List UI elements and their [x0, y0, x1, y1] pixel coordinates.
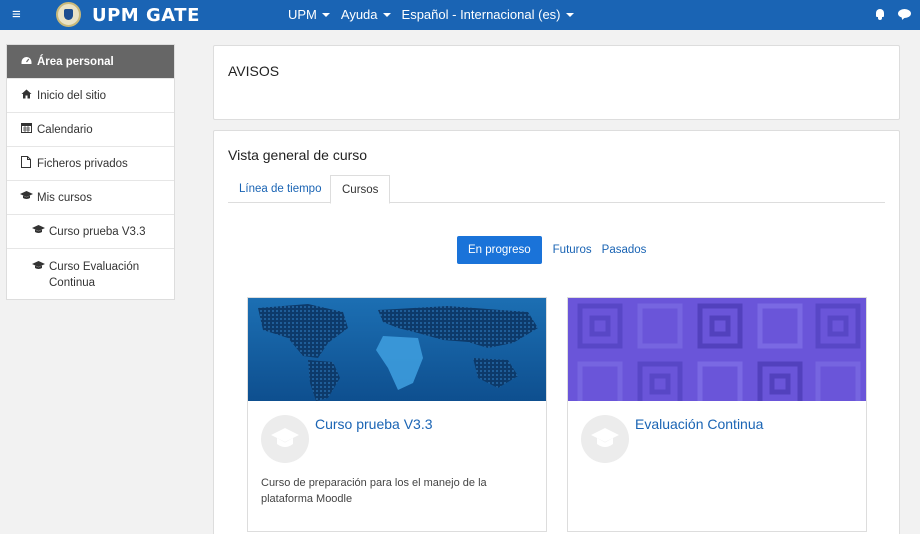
avisos-block: AVISOS: [213, 45, 900, 120]
course-filter-pills: En progreso Futuros Pasados: [457, 236, 651, 264]
sidebar-nav: Área personal Inicio del sitio Calendari…: [6, 44, 175, 300]
menu-language[interactable]: Español - Internacional (es): [402, 7, 574, 22]
nav-menu: UPM Ayuda Español - Internacional (es): [288, 7, 574, 22]
dashboard-icon: [20, 55, 32, 69]
caret-down-icon: [382, 13, 391, 17]
filter-pasados[interactable]: Pasados: [597, 236, 652, 264]
calendar-icon: [20, 122, 32, 137]
tab-cursos[interactable]: Cursos: [330, 175, 391, 204]
sidebar-item-calendario[interactable]: Calendario: [7, 113, 174, 147]
course-title[interactable]: Curso prueba V3.3: [315, 416, 433, 432]
top-navbar: ≡ UPM GATE UPM Ayuda Español - Internaci…: [0, 0, 920, 30]
course-card[interactable]: Curso prueba V3.3 Curso de preparación p…: [247, 297, 547, 532]
bell-icon[interactable]: [875, 9, 885, 20]
course-description: Curso de preparación para los el manejo …: [261, 477, 487, 505]
sidebar-item-area-personal[interactable]: Área personal: [7, 45, 174, 79]
sidebar-item-label: Mis cursos: [37, 191, 92, 204]
file-icon: [20, 155, 32, 172]
sidebar-item-label: Curso Evaluación Continua: [49, 261, 140, 289]
menu-ayuda-label: Ayuda: [340, 7, 378, 22]
course-image-pattern[interactable]: [568, 298, 866, 401]
sidebar-item-label: Ficheros privados: [37, 157, 128, 170]
course-card[interactable]: Evaluación Continua: [567, 297, 867, 532]
menu-upm-label: UPM: [288, 7, 317, 22]
course-image-world-map[interactable]: [248, 298, 546, 401]
sidebar-item-label: Inicio del sitio: [37, 89, 107, 102]
menu-upm[interactable]: UPM: [288, 7, 330, 22]
home-icon: [20, 89, 32, 103]
course-avatar: [261, 415, 309, 463]
sidebar-item-mis-cursos[interactable]: Mis cursos: [7, 181, 174, 215]
graduation-cap-icon: [32, 225, 45, 238]
tab-linea-de-tiempo[interactable]: Línea de tiempo: [228, 175, 332, 203]
course-overview-title: Vista general de curso: [228, 147, 368, 163]
upm-logo[interactable]: [56, 2, 81, 27]
sidebar-item-label: Área personal: [37, 55, 114, 68]
sidebar-item-label: Curso prueba V3.3: [49, 225, 146, 238]
course-overview-block: Vista general de curso Línea de tiempo C…: [213, 130, 900, 534]
caret-down-icon: [321, 13, 330, 17]
menu-language-label: Español - Internacional (es): [401, 7, 561, 22]
course-title[interactable]: Evaluación Continua: [635, 416, 763, 432]
menu-ayuda[interactable]: Ayuda: [341, 7, 391, 22]
sidebar-item-curso-prueba[interactable]: Curso prueba V3.3: [7, 215, 174, 249]
sidebar-item-curso-evaluacion[interactable]: Curso Evaluación Continua: [7, 249, 174, 299]
graduation-cap-icon: [20, 191, 33, 204]
avisos-title: AVISOS: [228, 63, 280, 79]
filter-en-progreso[interactable]: En progreso: [457, 236, 542, 264]
chat-bubble-icon[interactable]: [898, 9, 911, 21]
filter-futuros[interactable]: Futuros: [548, 236, 597, 264]
graduation-cap-icon: [32, 261, 45, 274]
sidebar-item-label: Calendario: [37, 123, 93, 136]
graduation-cap-icon: [591, 428, 619, 447]
overview-tabs: Línea de tiempo Cursos: [228, 175, 885, 204]
graduation-cap-icon: [271, 428, 299, 447]
sidebar-item-inicio[interactable]: Inicio del sitio: [7, 79, 174, 113]
sidebar-item-ficheros[interactable]: Ficheros privados: [7, 147, 174, 181]
hamburger-icon[interactable]: ≡: [12, 7, 21, 23]
caret-down-icon: [565, 13, 574, 17]
course-avatar: [581, 415, 629, 463]
site-brand[interactable]: UPM GATE: [92, 5, 200, 26]
